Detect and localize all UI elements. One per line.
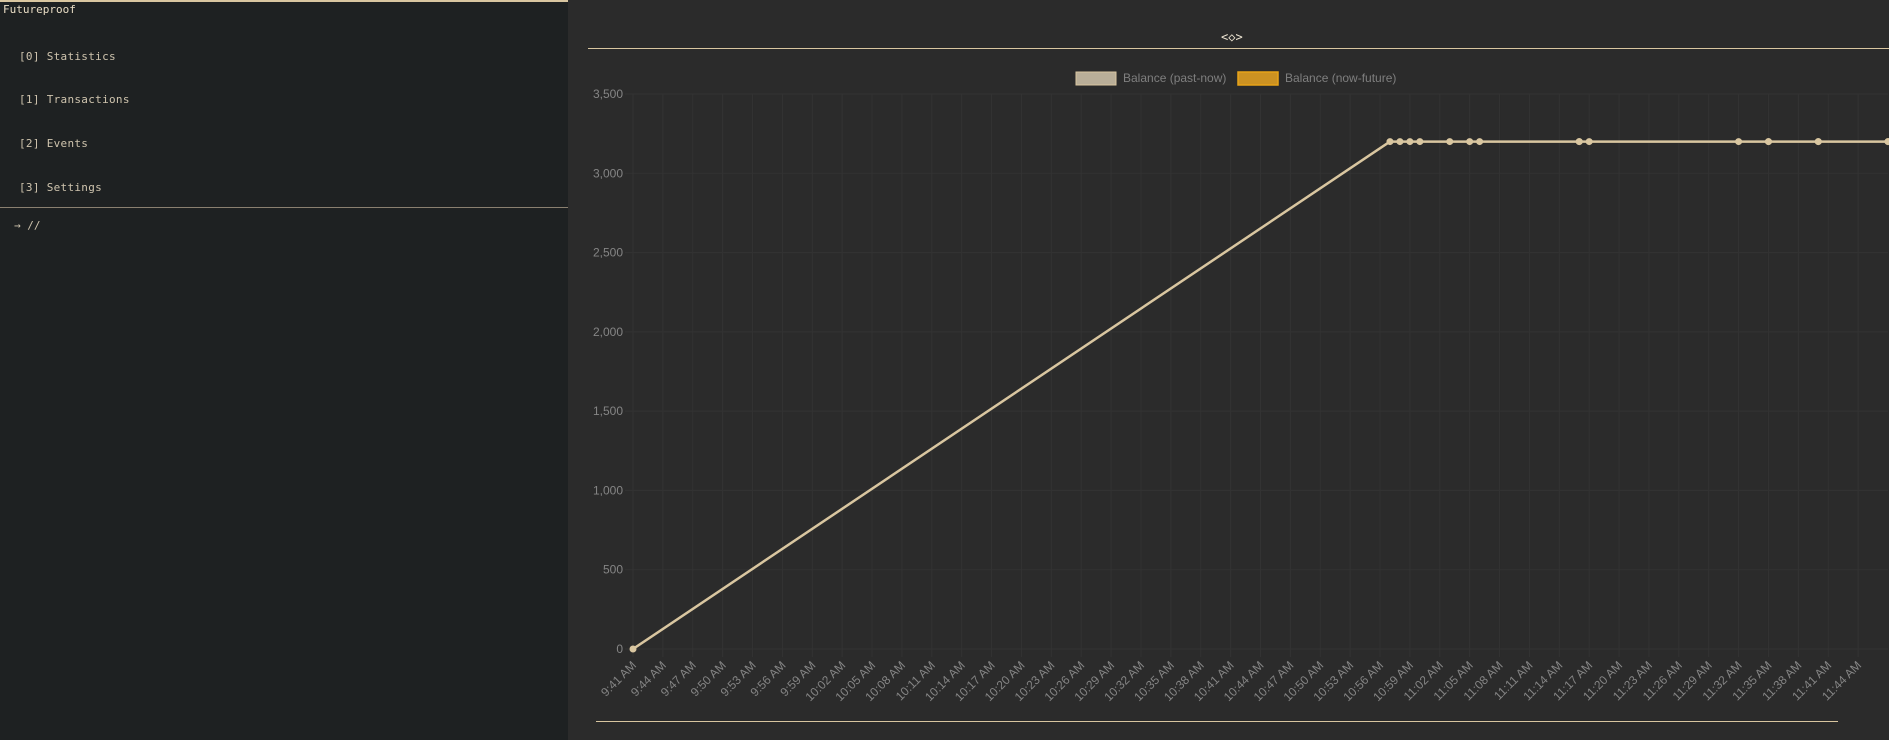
- balance-chart: Balance (past-now) Balance (now-future) …: [593, 71, 1889, 704]
- panel-rule-bottom: [596, 721, 1838, 722]
- x-axis-ticks: 9:41 AM9:44 AM9:47 AM9:50 AM9:53 AM9:56 …: [598, 658, 1864, 704]
- sidebar: [0] Statistics [1] Transactions [2] Even…: [0, 18, 568, 740]
- data-point[interactable]: [1575, 138, 1583, 146]
- y-tick-label: 2,000: [593, 325, 623, 339]
- y-tick-label: 1,500: [593, 404, 623, 418]
- data-point[interactable]: [1386, 138, 1394, 146]
- data-point[interactable]: [1884, 138, 1889, 146]
- y-tick-label: 0: [616, 642, 623, 656]
- sidebar-divider: [0, 207, 568, 208]
- y-axis-ticks: 0 500 1,000 1,500 2,000 2,500 3,000 3,500: [593, 87, 623, 656]
- chart-series: [629, 138, 1889, 653]
- data-point[interactable]: [1446, 138, 1454, 146]
- menu-item-settings[interactable]: [3] Settings: [19, 181, 102, 194]
- y-tick-label: 500: [603, 563, 623, 577]
- y-tick-label: 1,000: [593, 483, 623, 497]
- data-point[interactable]: [1764, 138, 1772, 146]
- data-point[interactable]: [1476, 138, 1484, 146]
- menu-item-events[interactable]: [2] Events: [19, 137, 88, 150]
- legend-label-future[interactable]: Balance (now-future): [1285, 71, 1396, 85]
- y-tick-label: 3,500: [593, 87, 623, 101]
- chart-panel: <◇> Balance (past-now) Balance (now-futu…: [568, 0, 1889, 740]
- chart-legend: Balance (past-now) Balance (now-future): [1075, 71, 1396, 86]
- data-point[interactable]: [1585, 138, 1593, 146]
- chart-grid: [625, 93, 1888, 657]
- data-point[interactable]: [1814, 138, 1822, 146]
- data-point[interactable]: [629, 645, 637, 653]
- menu-item-transactions[interactable]: [1] Transactions: [19, 93, 130, 106]
- y-tick-label: 3,000: [593, 166, 623, 180]
- legend-swatch-past[interactable]: [1075, 71, 1117, 86]
- data-point[interactable]: [1396, 138, 1404, 146]
- data-point[interactable]: [1466, 138, 1474, 146]
- data-point[interactable]: [1416, 138, 1424, 146]
- legend-swatch-future[interactable]: [1237, 71, 1279, 86]
- command-prompt[interactable]: → //: [14, 219, 41, 232]
- window-title: Futureproof: [0, 2, 571, 18]
- y-tick-label: 2,500: [593, 246, 623, 260]
- legend-label-past[interactable]: Balance (past-now): [1123, 71, 1226, 85]
- data-point[interactable]: [1406, 138, 1414, 146]
- data-point[interactable]: [1735, 138, 1743, 146]
- menu-item-statistics[interactable]: [0] Statistics: [19, 50, 116, 63]
